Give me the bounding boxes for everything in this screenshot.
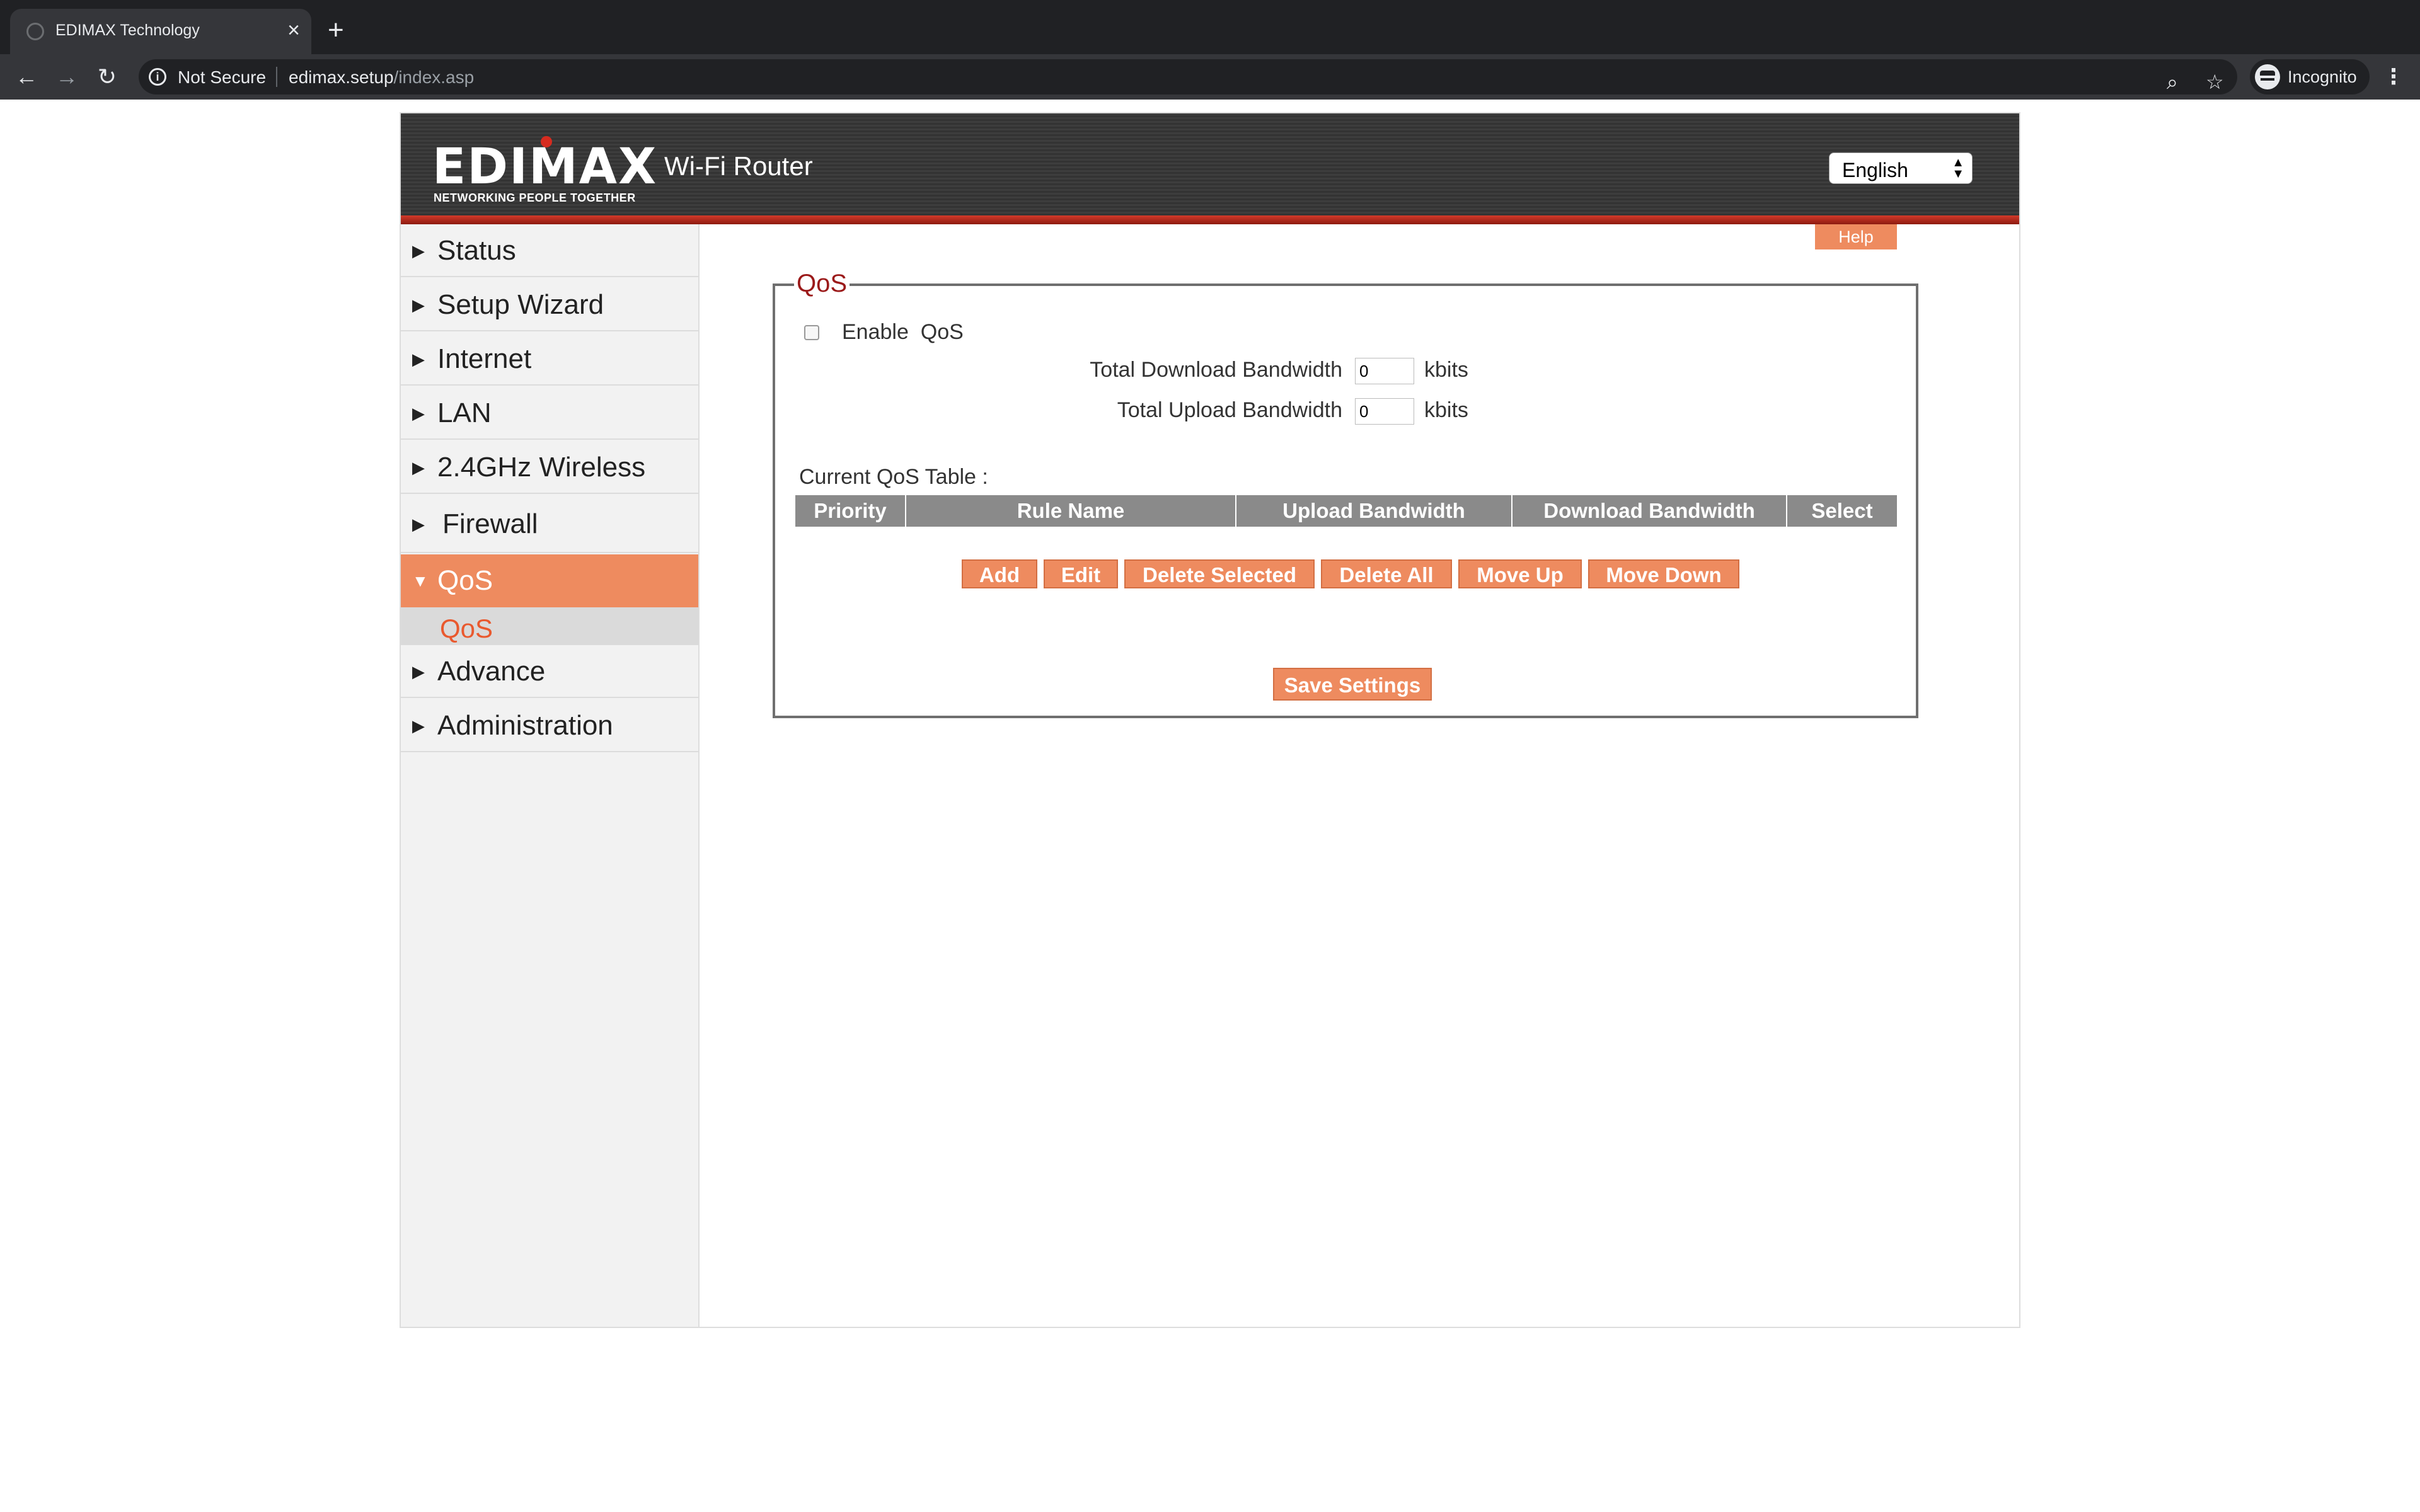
triangle-right-icon: ▶ (412, 350, 425, 369)
url-text[interactable]: edimax.setup/index.asp (289, 67, 474, 88)
download-bandwidth-label: Total Download Bandwidth (1090, 358, 1342, 382)
close-tab-icon[interactable]: × (287, 18, 300, 43)
security-label[interactable]: Not Secure (178, 67, 266, 88)
sidebar-nav: ▶ Status ▶ Setup Wizard ▶ Internet ▶ LAN… (401, 224, 700, 1327)
triangle-right-icon: ▶ (412, 458, 425, 477)
sidebar-item-label: QoS (437, 565, 493, 596)
triangle-right-icon: ▶ (412, 662, 425, 681)
sidebar-item-wireless[interactable]: ▶ 2.4GHz Wireless (401, 441, 698, 494)
sidebar-item-label: LAN (437, 398, 492, 428)
triangle-right-icon: ▶ (412, 404, 425, 423)
sidebar-item-status[interactable]: ▶ Status (401, 224, 698, 277)
product-title: Wi-Fi Router (664, 151, 813, 181)
enable-qos-checkbox[interactable] (804, 325, 819, 340)
column-header-rule-name: Rule Name (906, 495, 1236, 527)
sidebar-subitem-qos[interactable]: QoS (401, 607, 698, 645)
address-bar[interactable]: i Not Secure edimax.setup/index.asp ⌕ ☆ (139, 59, 2237, 94)
qos-fieldset: QoS Enable QoS Total Download Bandwidth … (773, 270, 1918, 718)
upload-bandwidth-input[interactable]: 0 (1355, 398, 1414, 425)
reload-icon[interactable]: ↻ (91, 60, 124, 93)
triangle-right-icon: ▶ (412, 515, 425, 534)
add-button[interactable]: Add (962, 559, 1037, 588)
delete-selected-button[interactable]: Delete Selected (1124, 559, 1315, 588)
delete-all-button[interactable]: Delete All (1321, 559, 1452, 588)
router-page: EDIMAX NETWORKING PEOPLE TOGETHER Wi-Fi … (400, 112, 2020, 1328)
forward-arrow-icon[interactable]: → (50, 60, 83, 93)
sidebar-item-label: Internet (437, 343, 532, 374)
table-caption: Current QoS Table : (799, 465, 988, 489)
divider (276, 67, 277, 87)
triangle-down-icon: ▼ (412, 571, 429, 590)
tab-title: EDIMAX Technology (55, 21, 200, 39)
sidebar-item-label: Administration (437, 710, 613, 741)
sidebar-item-label: Firewall (442, 508, 538, 539)
save-settings-button[interactable]: Save Settings (1273, 668, 1432, 701)
page-header: EDIMAX NETWORKING PEOPLE TOGETHER Wi-Fi … (401, 113, 2019, 224)
sidebar-item-administration[interactable]: ▶ Administration (401, 699, 698, 752)
download-unit: kbits (1424, 358, 1468, 382)
sidebar-item-qos[interactable]: ▼ QoS (401, 554, 698, 607)
info-icon[interactable]: i (149, 68, 166, 86)
sidebar-item-label: Status (437, 235, 516, 266)
browser-menu-icon[interactable]: ⋮ (2382, 59, 2405, 94)
select-arrows-icon: ▲ ▼ (1952, 156, 1964, 181)
qos-table-header: Priority Rule Name Upload Bandwidth Down… (795, 495, 1897, 527)
enable-qos-label: Enable QoS (842, 320, 964, 344)
sidebar-item-label: 2.4GHz Wireless (437, 452, 646, 483)
logo-tagline: NETWORKING PEOPLE TOGETHER (434, 192, 636, 204)
url-path: /index.asp (393, 67, 475, 87)
main-content: Help QoS Enable QoS Total Download Bandw… (700, 224, 2019, 1327)
upload-bandwidth-label: Total Upload Bandwidth (1117, 398, 1342, 422)
browser-tab[interactable]: EDIMAX Technology × (10, 9, 311, 54)
column-header-upload: Upload Bandwidth (1236, 495, 1512, 527)
sidebar-item-label: Advance (437, 656, 546, 687)
url-host: edimax.setup (289, 67, 394, 87)
header-accent-line (401, 215, 2019, 224)
triangle-right-icon: ▶ (412, 716, 425, 735)
column-header-priority: Priority (795, 495, 906, 527)
language-value: English (1842, 159, 1908, 181)
upload-unit: kbits (1424, 398, 1468, 422)
globe-icon (26, 23, 44, 40)
incognito-badge[interactable]: Incognito (2250, 59, 2370, 94)
incognito-label: Incognito (2288, 67, 2357, 86)
move-up-button[interactable]: Move Up (1458, 559, 1582, 588)
triangle-right-icon: ▶ (412, 295, 425, 314)
sidebar-item-setup-wizard[interactable]: ▶ Setup Wizard (401, 278, 698, 331)
triangle-right-icon: ▶ (412, 241, 425, 260)
logo-dot (541, 136, 552, 147)
zoom-icon[interactable]: ⌕ (2167, 64, 2178, 100)
edimax-logo: EDIMAX NETWORKING PEOPLE TOGETHER (432, 136, 656, 205)
sidebar-item-label: Setup Wizard (437, 289, 604, 320)
back-arrow-icon[interactable]: ← (10, 60, 43, 93)
sidebar-item-advance[interactable]: ▶ Advance (401, 645, 698, 698)
column-header-download: Download Bandwidth (1512, 495, 1787, 527)
move-down-button[interactable]: Move Down (1588, 559, 1739, 588)
bookmark-star-icon[interactable]: ☆ (2206, 64, 2224, 100)
browser-toolbar: ← → ↻ i Not Secure edimax.setup/index.as… (0, 54, 2420, 100)
new-tab-icon[interactable]: + (328, 13, 344, 48)
sidebar-item-internet[interactable]: ▶ Internet (401, 333, 698, 386)
help-button[interactable]: Help (1815, 224, 1897, 249)
download-bandwidth-input[interactable]: 0 (1355, 358, 1414, 384)
edit-button[interactable]: Edit (1044, 559, 1118, 588)
sidebar-item-lan[interactable]: ▶ LAN (401, 387, 698, 440)
browser-tab-strip: EDIMAX Technology × + (0, 0, 2420, 54)
incognito-icon (2255, 64, 2280, 89)
section-title: QoS (794, 270, 850, 297)
sidebar-subitem-label: QoS (440, 614, 493, 643)
column-header-select: Select (1787, 495, 1897, 527)
sidebar-item-firewall[interactable]: ▶ Firewall (401, 495, 698, 553)
language-select[interactable]: English ▲ ▼ (1829, 152, 1973, 184)
